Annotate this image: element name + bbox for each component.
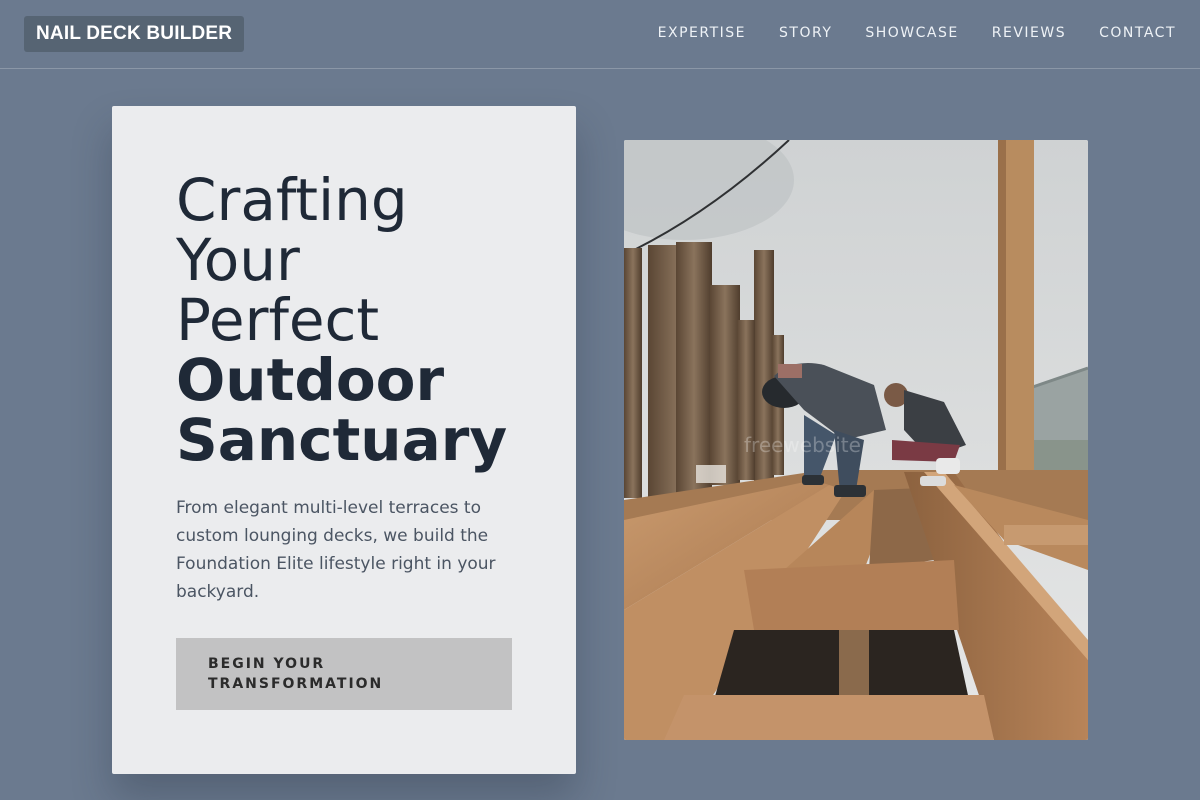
begin-transformation-button[interactable]: BEGIN YOUR TRANSFORMATION: [176, 638, 512, 710]
hero-card: Crafting Your Perfect Outdoor Sanctuary …: [112, 106, 576, 774]
headline-line-2: Your: [176, 226, 300, 294]
headline-bold-line-2: Sanctuary: [176, 406, 508, 474]
hero-description: From elegant multi-level terraces to cus…: [176, 498, 496, 602]
headline-line-1: Crafting: [176, 166, 408, 234]
headline-line-3: Perfect: [176, 286, 380, 354]
nav-link-expertise[interactable]: EXPERTISE: [658, 23, 746, 43]
brand-logo[interactable]: NAIL DECK BUILDER: [24, 16, 245, 52]
nav-link-contact[interactable]: CONTACT: [1099, 23, 1176, 43]
main-nav: EXPERTISE STORY SHOWCASE REVIEWS CONTACT: [658, 23, 1176, 43]
top-navigation-bar: NAIL DECK BUILDER EXPERTISE STORY SHOWCA…: [0, 0, 1200, 69]
nav-link-reviews[interactable]: REVIEWS: [992, 23, 1066, 43]
headline-bold-line-1: Outdoor: [176, 346, 445, 414]
hero-headline: Crafting Your Perfect Outdoor Sanctuary: [176, 170, 507, 470]
nav-link-story[interactable]: STORY: [779, 23, 832, 43]
photo-watermark: freewebsite: [744, 433, 861, 457]
nav-link-showcase[interactable]: SHOWCASE: [865, 23, 958, 43]
deck-construction-photo-illustration: freewebsite: [624, 140, 1088, 740]
hero-photo: freewebsite: [624, 140, 1088, 740]
